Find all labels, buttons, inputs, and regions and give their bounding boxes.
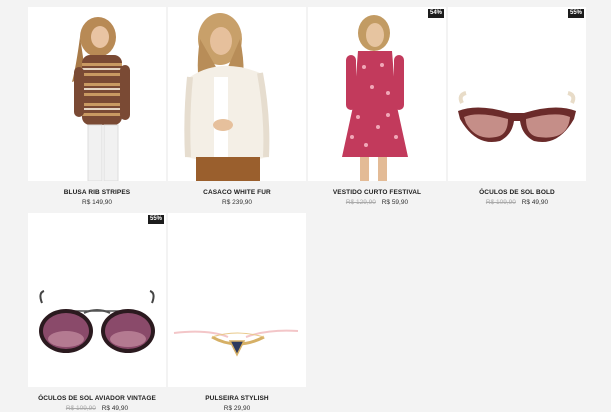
product-title[interactable]: ÓCULOS DE SOL AVIADOR VINTAGE: [28, 395, 166, 402]
product-title[interactable]: VESTIDO CURTO FESTIVAL: [308, 189, 446, 196]
product-card[interactable]: BLUSA RIB STRIPES R$ 149,90: [28, 7, 166, 206]
discount-badge: 55%: [147, 215, 164, 224]
product-current-price: R$ 149,90: [82, 199, 112, 206]
product-image[interactable]: [168, 7, 306, 181]
product-title[interactable]: PULSEIRA STYLISH: [168, 395, 306, 402]
product-image[interactable]: 54%: [308, 7, 446, 181]
product-title[interactable]: CASACO WHITE FUR: [168, 189, 306, 196]
product-price: R$ 239,90: [168, 199, 306, 206]
product-current-price: R$ 49,90: [521, 199, 549, 206]
product-title[interactable]: ÓCULOS DE SOL BOLD: [448, 189, 586, 196]
product-old-price: R$ 109,90: [485, 199, 516, 206]
product-card[interactable]: 54% VESTIDO CURTO FESTIVAL R$ 129,90 R$ …: [308, 7, 446, 206]
product-image[interactable]: [28, 7, 166, 181]
product-image[interactable]: [168, 213, 306, 387]
product-card[interactable]: PULSEIRA STYLISH R$ 29,90: [168, 213, 306, 412]
product-current-price: R$ 239,90: [222, 199, 252, 206]
product-image[interactable]: 55%: [28, 213, 166, 387]
product-card[interactable]: 55% ÓCULOS DE SOL AVIADOR VINTAGE R$ 109…: [28, 213, 166, 412]
product-card[interactable]: CASACO WHITE FUR R$ 239,90: [168, 7, 306, 206]
product-price: R$ 129,90 R$ 59,90: [308, 199, 446, 206]
product-image[interactable]: 55%: [448, 7, 586, 181]
product-price: R$ 149,90: [28, 199, 166, 206]
product-current-price: R$ 49,90: [101, 405, 129, 412]
product-old-price: R$ 109,90: [65, 405, 96, 412]
product-current-price: R$ 59,90: [381, 199, 409, 206]
product-old-price: R$ 129,90: [345, 199, 376, 206]
product-current-price: R$ 29,90: [223, 405, 251, 412]
product-card[interactable]: 55% ÓCULOS DE SOL BOLD R$ 109,90 R$ 49,9…: [448, 7, 586, 206]
product-price: R$ 29,90: [168, 405, 306, 412]
product-price: R$ 109,90 R$ 49,90: [448, 199, 586, 206]
discount-badge: 55%: [567, 9, 584, 18]
discount-badge: 54%: [427, 9, 444, 18]
product-price: R$ 109,90 R$ 49,90: [28, 405, 166, 412]
product-title[interactable]: BLUSA RIB STRIPES: [28, 189, 166, 196]
